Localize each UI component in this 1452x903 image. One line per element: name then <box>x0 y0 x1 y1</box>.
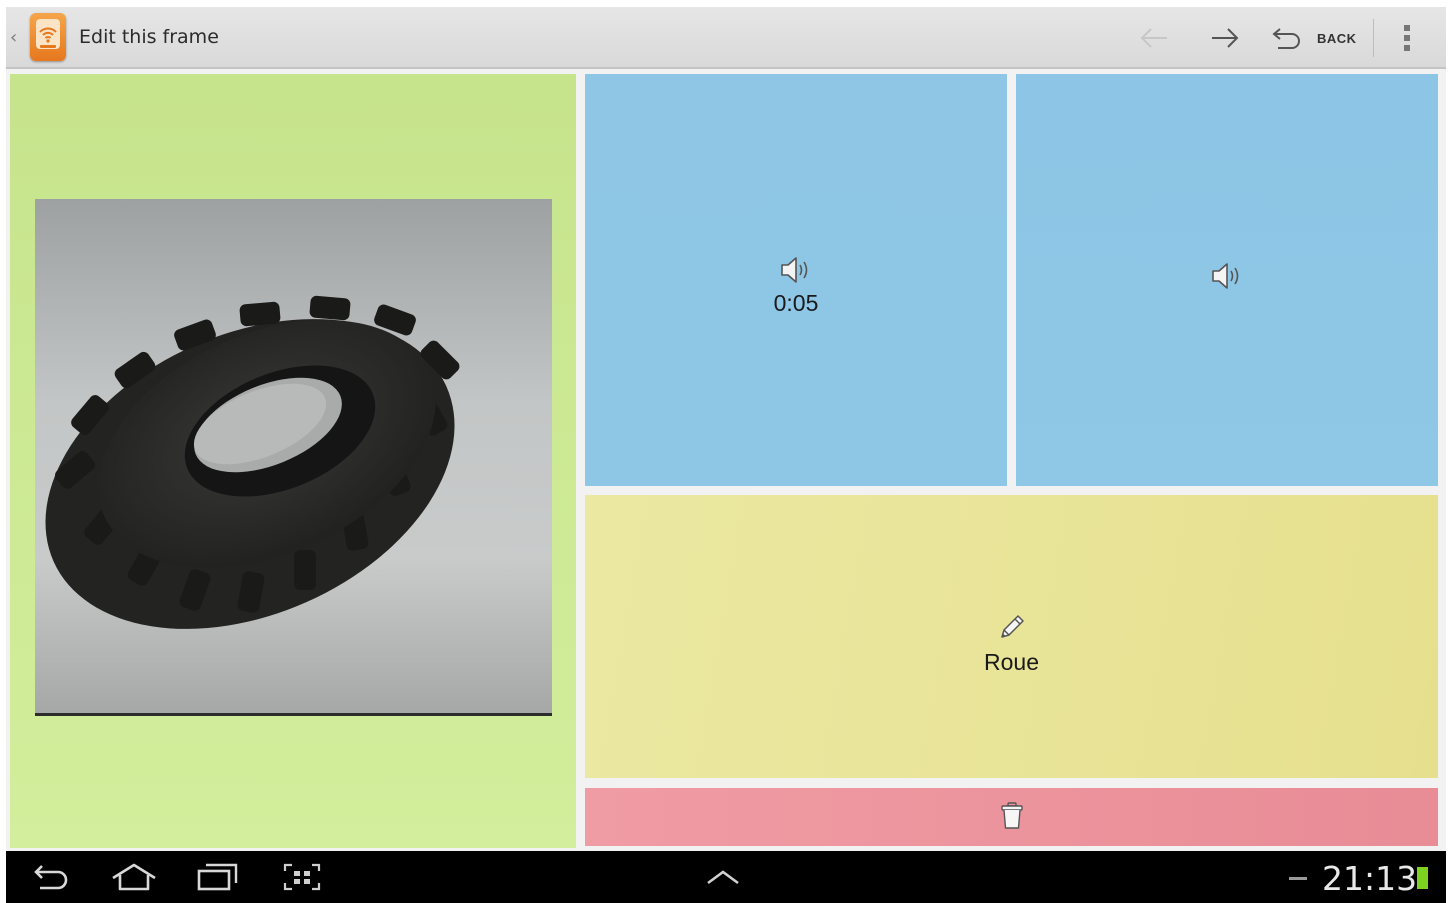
system-navigation-bar: 21:13 <box>6 851 1446 903</box>
speaker-icon <box>1212 263 1239 289</box>
status-dash <box>1289 877 1307 880</box>
arrow-right-icon <box>1212 28 1239 48</box>
nav-recents-icon[interactable] <box>196 862 240 892</box>
battery-icon <box>1417 867 1428 889</box>
image-panel[interactable] <box>10 74 576 848</box>
chevron-up-icon[interactable] <box>704 867 742 887</box>
nav-home-icon[interactable] <box>110 862 158 892</box>
screenshot-icon[interactable] <box>282 862 322 892</box>
action-bar: ‹ Edit this frame BACK <box>6 7 1446 69</box>
audio-duration: 0:05 <box>773 290 819 316</box>
audio-panel-1[interactable]: 0:05 <box>585 74 1007 486</box>
pencil-icon <box>1000 615 1024 638</box>
arrow-left-icon <box>1140 28 1167 48</box>
back-button[interactable]: BACK <box>1270 20 1360 56</box>
back-label: BACK <box>1317 30 1357 46</box>
delete-frame-button[interactable] <box>585 788 1438 846</box>
overflow-menu-icon <box>1404 25 1410 51</box>
chevron-left-icon[interactable]: ‹ <box>10 27 17 48</box>
system-clock: 21:13 <box>1322 859 1418 898</box>
frame-photo[interactable] <box>35 199 552 716</box>
action-bar-divider <box>1373 19 1374 57</box>
audio-panel-2[interactable] <box>1016 74 1438 486</box>
undo-icon <box>1272 28 1300 49</box>
overflow-menu-button[interactable] <box>1392 20 1422 56</box>
trash-icon <box>1000 802 1023 829</box>
app-wifi-phone-icon[interactable] <box>30 13 66 61</box>
page-title: Edit this frame <box>79 26 219 48</box>
screen: ‹ Edit this frame BACK 0:05 Roue 21:13 <box>6 7 1446 903</box>
nav-back-icon[interactable] <box>32 862 72 892</box>
speaker-icon <box>781 257 808 283</box>
frame-text: Roue <box>984 649 1039 675</box>
text-panel[interactable]: Roue <box>585 495 1438 778</box>
next-frame-button[interactable] <box>1205 20 1245 56</box>
prev-frame-button[interactable] <box>1134 20 1174 56</box>
